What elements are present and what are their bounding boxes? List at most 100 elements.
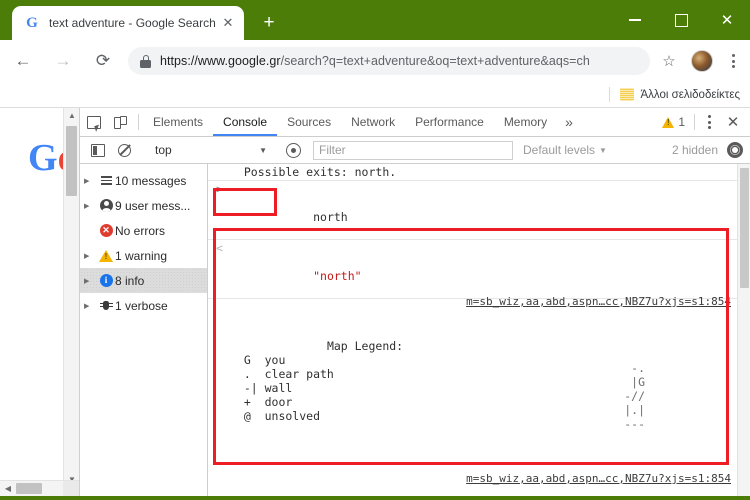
tab-network[interactable]: Network [341, 108, 405, 136]
tab-elements[interactable]: Elements [143, 108, 213, 136]
console-command-row[interactable]: > north [208, 181, 737, 240]
devtools-menu-icon[interactable] [698, 115, 720, 129]
bug-icon [97, 299, 115, 312]
execution-context-value: top [155, 143, 172, 157]
other-bookmarks-item[interactable]: Άλλοι σελιδοδείκτες [620, 88, 740, 101]
back-button[interactable]: ← [6, 44, 40, 78]
window-bottom-edge [0, 496, 750, 500]
list-icon [97, 176, 115, 185]
page-scroll-thumb[interactable] [66, 126, 77, 196]
expand-arrow-icon-5[interactable]: ▶ [84, 302, 97, 310]
other-bookmarks-label: Άλλοι σελιδοδείκτες [640, 88, 740, 101]
tab-console[interactable]: Console [213, 108, 277, 136]
command-prompt-arrow-icon: > [216, 182, 223, 196]
live-expression-button[interactable] [280, 142, 307, 158]
inspect-element-button[interactable] [80, 108, 107, 136]
scrollbar-corner [63, 481, 79, 497]
map-legend-text: Map Legend: G you . clear path -| wall +… [243, 339, 404, 423]
scroll-up-arrow-icon[interactable]: ▲ [64, 108, 80, 124]
chevron-down-icon: ▼ [259, 145, 267, 155]
sidebar-panel-icon [90, 143, 105, 157]
close-window-button[interactable]: ✕ [704, 0, 750, 40]
toolbar-divider-2 [694, 114, 695, 130]
sidebar-item-info[interactable]: ▶ i 8 info [80, 268, 207, 293]
chevron-down-icon-2: ▼ [599, 145, 607, 155]
device-toolbar-button[interactable] [107, 108, 134, 136]
sidebar-item-messages[interactable]: ▶ 10 messages [80, 168, 207, 193]
console-filter-input[interactable] [313, 140, 513, 160]
sidebar-label-user-messages: 9 user mess... [115, 198, 191, 213]
ascii-map-art: -. |G -// |.| --- [624, 361, 645, 431]
expand-arrow-icon-4[interactable]: ▶ [84, 277, 97, 285]
page-horizontal-scrollbar[interactable]: ◀ ▶ [0, 480, 79, 497]
console-message-map-legend: m=sb_wiz,aa,abd,aspn…cc,NBZ7u?xjs=s1:854… [208, 295, 737, 452]
new-tab-button[interactable]: + [256, 10, 282, 36]
devtools-panel: Elements Console Sources Network Perform… [79, 108, 750, 496]
log-levels-label: Default levels [523, 143, 596, 157]
console-message-move-north: m=sb_wiz,aa,abd,aspn…cc,NBZ7u?xjs=s1:854… [208, 452, 737, 496]
console-scroll-thumb[interactable] [740, 168, 749, 288]
sidebar-item-warnings[interactable]: ▶ 1 warning [80, 243, 207, 268]
cursor-inspect-icon [86, 115, 101, 129]
reload-button[interactable]: ⟳ [86, 44, 120, 78]
bookmark-star-icon[interactable]: ☆ [654, 52, 684, 70]
browser-tab[interactable]: G text adventure - Google Search ✕ [12, 6, 244, 40]
browser-menu-icon[interactable] [720, 48, 746, 74]
url-origin: https://www.google.gr [160, 54, 281, 68]
tab-sources[interactable]: Sources [277, 108, 341, 136]
console-vertical-scrollbar[interactable] [737, 164, 750, 496]
more-tabs-chevron-icon[interactable]: » [557, 108, 581, 136]
clear-console-button[interactable] [111, 143, 138, 157]
url-text: https://www.google.gr/search?q=text+adve… [160, 54, 590, 68]
source-link-2[interactable]: m=sb_wiz,aa,abd,aspn…cc,NBZ7u?xjs=s1:854 [466, 472, 731, 486]
toggle-console-sidebar-button[interactable] [84, 143, 111, 157]
expand-arrow-icon-3[interactable]: ▶ [84, 252, 97, 260]
sidebar-item-verbose[interactable]: ▶ 1 verbose [80, 293, 207, 318]
execution-context-select[interactable]: top ▼ [153, 141, 271, 160]
console-message-previous-exits: Possible exits: north. [208, 164, 737, 181]
devtools-close-icon[interactable]: ✕ [720, 113, 746, 131]
tab-title: text adventure - Google Search [49, 16, 216, 30]
address-bar[interactable]: https://www.google.gr/search?q=text+adve… [128, 47, 650, 75]
console-messages: Possible exits: north. > north < "north"… [208, 164, 737, 496]
maximize-button[interactable] [658, 0, 704, 40]
log-levels-select[interactable]: Default levels ▼ [523, 143, 607, 157]
devtools-tab-bar: Elements Console Sources Network Perform… [80, 108, 750, 137]
sidebar-label-warnings: 1 warning [115, 248, 168, 263]
warning-icon [97, 249, 115, 262]
console-toolbar: top ▼ Default levels ▼ 2 hidden [80, 137, 750, 164]
url-path: /search?q=text+adventure&oq=text+adventu… [280, 54, 590, 68]
sidebar-label-info: 8 info [115, 273, 145, 288]
sidebar-item-user-messages[interactable]: ▶ 9 user mess... [80, 193, 207, 218]
eye-icon [286, 142, 301, 158]
page-hscroll-thumb[interactable] [16, 483, 42, 494]
navigation-toolbar: ← → ⟳ https://www.google.gr/search?q=tex… [0, 40, 750, 82]
hidden-messages-count: 2 hidden [671, 143, 718, 157]
sidebar-item-errors[interactable]: ▶ ✕ No errors [80, 218, 207, 243]
google-g-icon: G [26, 15, 38, 31]
tab-memory[interactable]: Memory [494, 108, 557, 136]
console-return-value: "north" [313, 269, 362, 283]
toolbar-divider [138, 114, 139, 130]
expand-arrow-icon-2[interactable]: ▶ [84, 202, 97, 210]
lock-icon [140, 54, 151, 68]
tab-close-icon[interactable]: ✕ [220, 15, 236, 31]
warning-triangle-icon [662, 116, 675, 128]
window-controls: ✕ [612, 0, 750, 40]
warning-count-badge[interactable]: 1 [656, 115, 691, 129]
scroll-left-arrow-icon[interactable]: ◀ [0, 481, 16, 497]
source-link-1[interactable]: m=sb_wiz,aa,abd,aspn…cc,NBZ7u?xjs=s1:854 [466, 295, 731, 309]
return-arrow-icon: < [216, 241, 223, 255]
devtools-toolbar-right: 1 ✕ [656, 108, 750, 136]
browser-window: G text adventure - Google Search ✕ + ✕ ←… [0, 0, 750, 500]
forward-button[interactable]: → [46, 44, 80, 78]
device-toggle-icon [114, 115, 127, 129]
expand-arrow-placeholder: ▶ [84, 227, 97, 235]
console-sidebar: ▶ 10 messages ▶ 9 user mess... ▶ ✕ No er… [80, 164, 208, 496]
tab-performance[interactable]: Performance [405, 108, 494, 136]
profile-avatar[interactable] [691, 50, 713, 72]
console-settings-gear-icon[interactable] [724, 139, 746, 161]
page-vertical-scrollbar[interactable]: ▲ ▼ [63, 108, 79, 488]
expand-arrow-icon[interactable]: ▶ [84, 177, 97, 185]
minimize-button[interactable] [612, 0, 658, 40]
